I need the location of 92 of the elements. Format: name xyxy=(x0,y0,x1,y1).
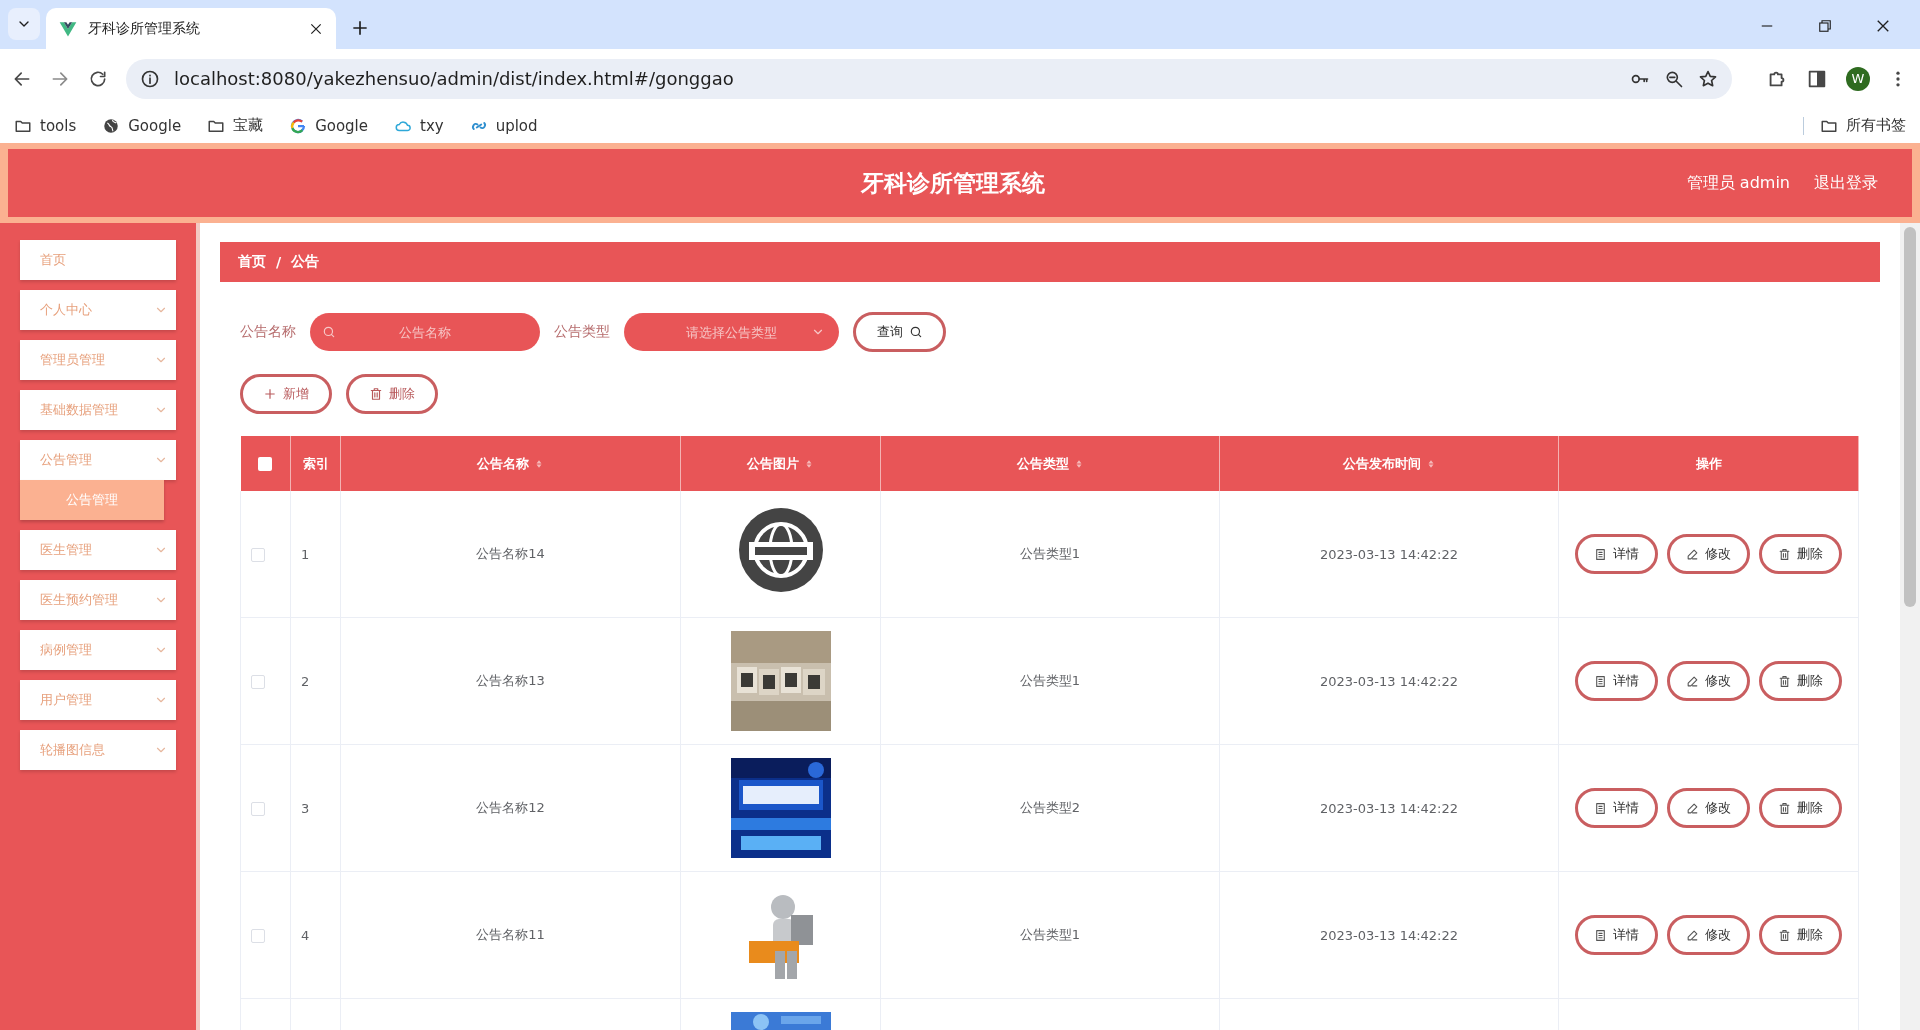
row-checkbox[interactable] xyxy=(251,547,265,562)
select-all-checkbox[interactable] xyxy=(258,457,273,472)
row-checkbox[interactable] xyxy=(251,928,265,943)
column-header[interactable]: 公告类型 xyxy=(880,436,1220,491)
scrollbar-thumb[interactable] xyxy=(1904,227,1916,607)
detail-button[interactable]: 详情 xyxy=(1575,788,1658,828)
globe-icon xyxy=(102,116,121,135)
tab-list-button[interactable] xyxy=(8,8,40,40)
doc-icon xyxy=(1594,801,1607,815)
reload-icon[interactable] xyxy=(88,68,108,89)
browser-tab[interactable]: 牙科诊所管理系统 xyxy=(46,8,336,49)
column-header[interactable]: 公告名称 xyxy=(340,436,681,491)
tab-title: 牙科诊所管理系统 xyxy=(88,19,201,38)
field-label: 公告名称 xyxy=(240,323,296,341)
delete-button[interactable]: 删除 xyxy=(1759,788,1842,828)
edit-button[interactable]: 修改 xyxy=(1667,915,1750,955)
table-cell: 2023-03-13 14:42:22 xyxy=(1319,673,1459,689)
address-bar[interactable]: localhost:8080/yakezhensuo/admin/dist/index.html#/gonggao xyxy=(126,58,1732,99)
detail-button[interactable]: 详情 xyxy=(1575,534,1658,574)
table-cell: 公告类型2 xyxy=(1019,800,1081,815)
field-label: 公告类型 xyxy=(554,323,610,341)
bookmark[interactable]: Google xyxy=(289,116,369,135)
doc-icon xyxy=(1594,547,1607,561)
doc-icon xyxy=(1594,674,1607,688)
edit-button[interactable]: 修改 xyxy=(1667,534,1750,574)
user-label: 管理员 admin xyxy=(1686,172,1790,194)
trash-icon xyxy=(1778,928,1791,942)
profile-avatar[interactable]: W xyxy=(1846,66,1870,91)
plus-icon xyxy=(263,387,277,401)
trash-icon xyxy=(1778,547,1791,561)
breadcrumb-item[interactable]: 首页 xyxy=(238,253,266,271)
breadcrumb-separator: / xyxy=(276,254,282,270)
table-cell: 2023-03-13 14:42:22 xyxy=(1319,927,1459,943)
sort-icon xyxy=(534,458,544,470)
doc-icon xyxy=(1594,928,1607,942)
trash-icon xyxy=(1778,801,1791,815)
trash-icon xyxy=(1778,674,1791,688)
delete-button[interactable]: 删除 xyxy=(1759,534,1842,574)
delete-button[interactable]: 删除 xyxy=(1759,915,1842,955)
delete-button[interactable]: 删除 xyxy=(1759,661,1842,701)
table-cell: 2023-03-13 14:42:22 xyxy=(1319,546,1459,562)
table-cell: 4 xyxy=(301,927,310,943)
table-cell: 公告类型1 xyxy=(1019,546,1081,561)
google-icon xyxy=(289,116,308,135)
bookmark[interactable]: tools xyxy=(14,116,77,135)
row-checkbox[interactable] xyxy=(251,674,265,689)
table-cell: 公告名称13 xyxy=(476,673,545,688)
column-header[interactable]: 公告发布时间 xyxy=(1219,436,1559,491)
pen-icon xyxy=(1686,674,1699,688)
new-tab-icon[interactable] xyxy=(350,18,370,38)
search-field[interactable]: 公告名称 xyxy=(310,313,540,351)
url-text: localhost:8080/yakezhensuo/admin/dist/index.html#/gonggao xyxy=(174,68,734,89)
pen-icon xyxy=(1686,928,1699,942)
edit-button[interactable]: 修改 xyxy=(1667,661,1750,701)
select-field[interactable]: 请选择公告类型 xyxy=(624,313,839,351)
table-cell: 2 xyxy=(301,673,310,689)
delete-button[interactable]: 删除 xyxy=(346,374,438,414)
trash-icon xyxy=(369,387,383,401)
detail-button[interactable]: 详情 xyxy=(1575,915,1658,955)
breadcrumb-item: 公告 xyxy=(291,253,320,271)
table-cell: 公告类型1 xyxy=(1019,927,1081,942)
bookmark[interactable]: 所有书签 xyxy=(1820,116,1906,135)
column-header[interactable]: 公告图片 xyxy=(680,436,881,491)
table-cell: 1 xyxy=(301,546,310,562)
restore-icon[interactable] xyxy=(1816,17,1834,35)
add-button[interactable]: 新增 xyxy=(240,374,332,414)
scrollbar[interactable] xyxy=(1900,223,1920,1030)
bookmark[interactable]: txy xyxy=(394,116,444,135)
pen-icon xyxy=(1686,547,1699,561)
table-cell: 公告类型1 xyxy=(1019,673,1081,688)
search-icon xyxy=(908,325,923,339)
bookmark[interactable]: uplod xyxy=(469,116,538,135)
info-icon xyxy=(140,68,160,89)
column-header: 索引 xyxy=(290,436,341,491)
sort-icon xyxy=(804,458,814,470)
table-cell: 2023-03-13 14:42:22 xyxy=(1319,800,1459,816)
bookmark[interactable]: Google xyxy=(102,116,182,135)
app-title: 牙科诊所管理系统 xyxy=(861,168,1045,198)
logout-link[interactable]: 退出登录 xyxy=(1814,172,1878,194)
detail-button[interactable]: 详情 xyxy=(1575,661,1658,701)
table-cell: 公告名称14 xyxy=(476,546,545,561)
table-cell: 公告名称12 xyxy=(476,800,545,815)
star-icon[interactable] xyxy=(1698,68,1718,89)
search-icon xyxy=(322,325,336,339)
column-header: 操作 xyxy=(1558,436,1859,491)
bookmark[interactable]: 宝藏 xyxy=(207,116,264,135)
row-checkbox[interactable] xyxy=(251,801,265,816)
table-cell: 公告名称11 xyxy=(476,927,545,942)
edit-button[interactable]: 修改 xyxy=(1667,788,1750,828)
pen-icon xyxy=(1686,801,1699,815)
table-cell: 3 xyxy=(301,800,310,816)
query-button[interactable]: 查询 xyxy=(853,312,946,352)
